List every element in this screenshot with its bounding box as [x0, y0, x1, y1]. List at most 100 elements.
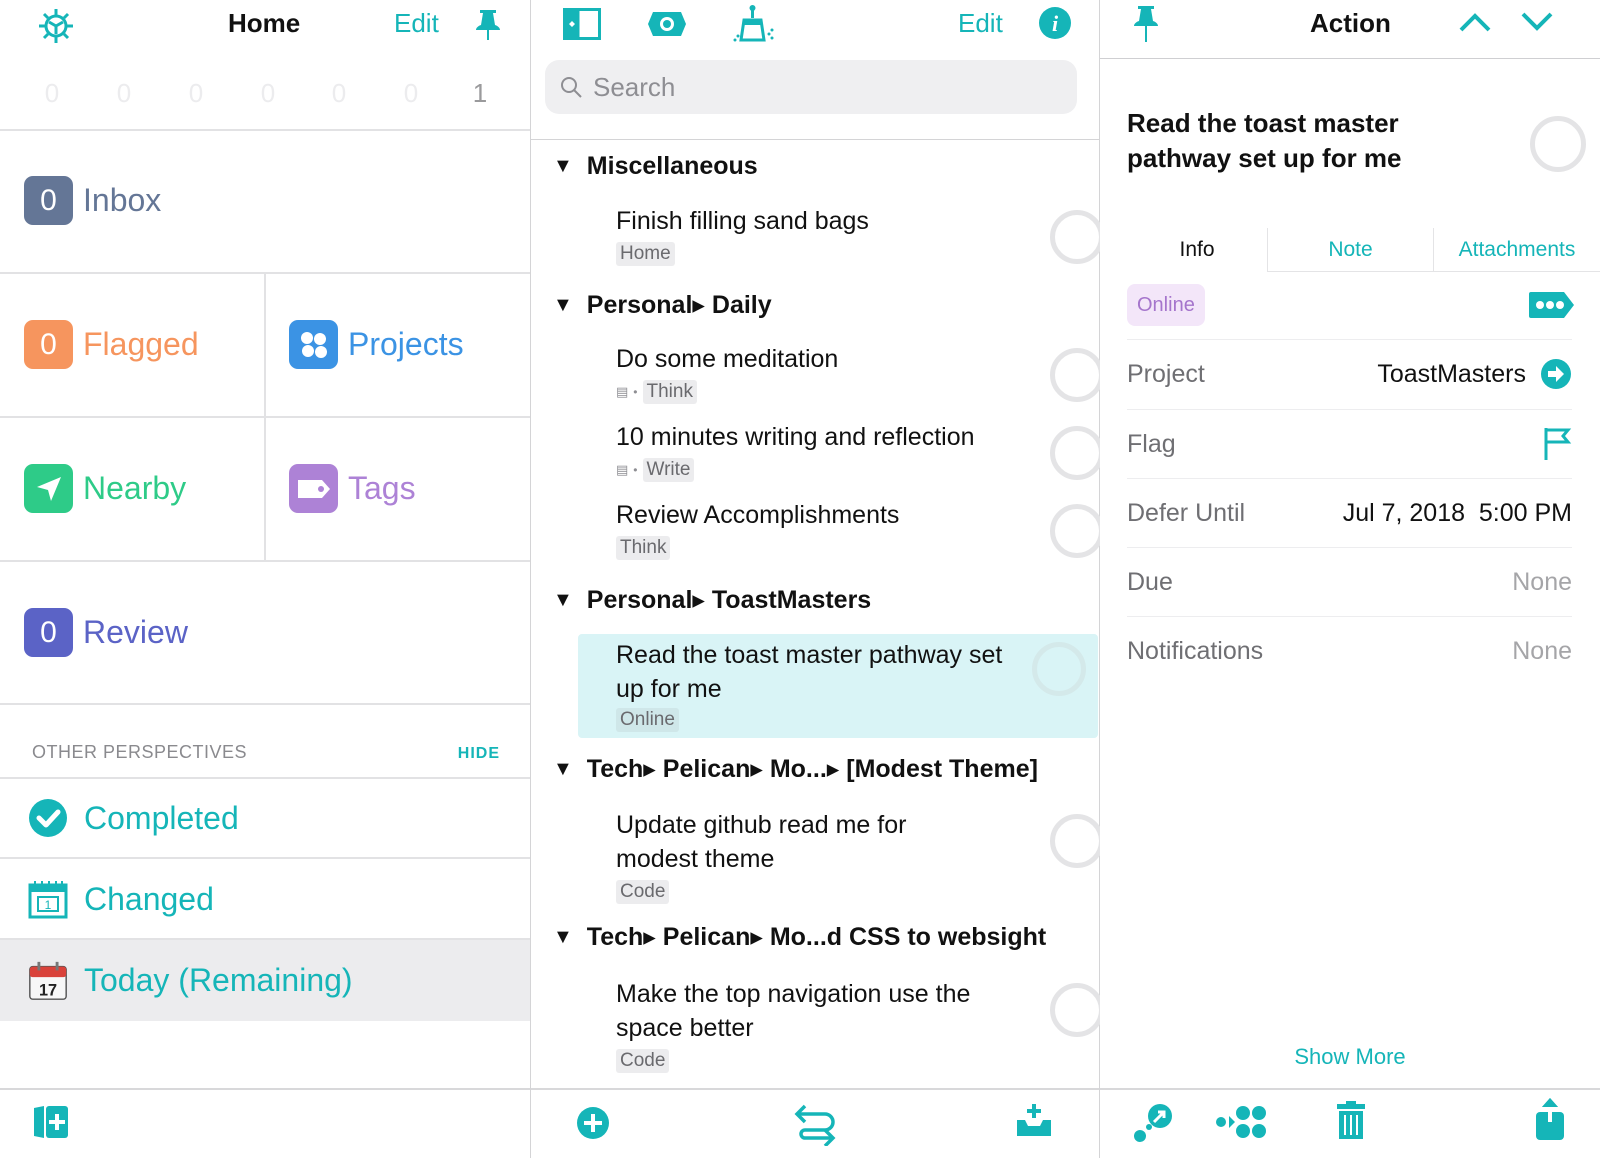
group-header[interactable]: ▼ Personal▸ ToastMasters [553, 585, 871, 615]
add-action-button[interactable] [576, 1106, 610, 1140]
search-field[interactable] [545, 60, 1077, 114]
field-defer-until[interactable]: Defer Until Jul 7, 2018 5:00 PM [1127, 479, 1572, 547]
group-title: Miscellaneous [586, 152, 758, 180]
disclosure-triangle-icon: ▼ [553, 293, 573, 316]
complete-checkbox[interactable] [1050, 983, 1104, 1037]
search-icon [561, 77, 582, 98]
perspective-today-remaining[interactable]: 17 Today (Remaining) [0, 940, 530, 1021]
complete-checkbox[interactable] [1050, 348, 1104, 402]
forecast-count[interactable]: 1 [465, 78, 495, 109]
task-tag: Code [616, 880, 670, 904]
tab-note[interactable]: Note [1267, 228, 1433, 272]
group-header[interactable]: ▼ Tech▸ Pelican▸ Mo...d CSS to websight [553, 922, 1046, 952]
edit-button[interactable]: Edit [958, 8, 1003, 39]
task-row-selected[interactable]: Read the toast master pathway set up for… [578, 634, 1098, 738]
forecast-count[interactable]: 0 [181, 78, 211, 109]
perspective-completed[interactable]: Completed [0, 778, 530, 858]
field-notifications[interactable]: Notifications None [1127, 617, 1572, 685]
complete-checkbox[interactable] [1530, 116, 1586, 172]
search-input[interactable] [593, 71, 1053, 103]
task-row[interactable]: Update github read me for modest theme C… [578, 808, 1104, 912]
task-title: Finish filling sand bags [616, 207, 869, 235]
action-inspector: Action Read the toast master pathway set… [1100, 0, 1600, 1158]
pin-button[interactable] [472, 8, 504, 47]
complete-checkbox[interactable] [1050, 814, 1104, 868]
view-options-button[interactable] [647, 10, 687, 43]
focus-button[interactable] [1132, 1102, 1174, 1144]
note-icon: ▤ [616, 384, 629, 399]
group-header[interactable]: ▼ Tech▸ Pelican▸ Mo...▸ [Modest Theme] [553, 754, 1038, 784]
perspective-inbox[interactable]: 0 Inbox [24, 176, 161, 225]
complete-checkbox[interactable] [1050, 426, 1104, 480]
task-row[interactable]: Finish filling sand bags Home [578, 204, 1104, 274]
perspective-nearby[interactable]: Nearby [24, 464, 186, 513]
delete-button[interactable] [1336, 1100, 1366, 1140]
action-title[interactable]: Read the toast master pathway set up for… [1127, 106, 1467, 176]
task-title: 10 minutes writing and reflection [616, 423, 975, 451]
move-button[interactable] [1215, 1104, 1269, 1140]
task-title: Read the toast master pathway set up for… [616, 641, 1003, 703]
next-action-button[interactable] [1520, 10, 1554, 39]
inbox-label: Inbox [83, 182, 162, 218]
disclosure-triangle-icon: ▼ [553, 155, 573, 177]
field-project[interactable]: Project ToastMasters [1127, 340, 1572, 408]
forecast-count[interactable]: 0 [37, 78, 67, 109]
task-row[interactable]: Make the top navigation use the space be… [578, 977, 1104, 1081]
tab-attachments[interactable]: Attachments [1433, 228, 1600, 272]
task-tag: Online [616, 708, 679, 732]
hide-button[interactable]: HIDE [458, 745, 500, 763]
arrow-circle-right-icon[interactable] [1540, 358, 1572, 390]
group-header[interactable]: ▼ Miscellaneous [553, 152, 758, 181]
task-tag: Write [642, 458, 695, 482]
field-due[interactable]: Due None [1127, 548, 1572, 616]
sync-button[interactable] [791, 1100, 837, 1146]
task-row[interactable]: 10 minutes writing and reflection ▤ • Writ… [578, 420, 1104, 490]
quick-entry-icon [1017, 1104, 1051, 1136]
svg-text:i: i [1052, 11, 1059, 36]
project-value: ToastMasters [1377, 359, 1526, 388]
edit-tags-button[interactable] [1528, 290, 1576, 325]
sync-arrows-icon [794, 1104, 836, 1146]
add-perspective-button[interactable] [30, 1104, 70, 1140]
perspective-changed[interactable]: 1 Changed [0, 859, 530, 939]
pin-button[interactable] [1130, 4, 1162, 49]
location-arrow-icon [24, 464, 73, 513]
middle-bottom-toolbar [531, 1088, 1099, 1158]
tag-chip[interactable]: Online [1127, 284, 1205, 326]
perspective-review[interactable]: 0 Review [24, 608, 188, 657]
flag-icon[interactable] [1542, 426, 1572, 462]
forecast-count[interactable]: 0 [396, 78, 426, 109]
perspective-projects[interactable]: Projects [289, 320, 464, 369]
field-flag[interactable]: Flag [1127, 410, 1572, 478]
complete-checkbox[interactable] [1050, 504, 1104, 558]
disclosure-triangle-icon: ▼ [553, 757, 573, 780]
trash-icon [1337, 1101, 1365, 1139]
divider [0, 416, 530, 418]
cleanup-button[interactable] [731, 4, 777, 49]
right-bottom-toolbar [1100, 1088, 1600, 1158]
previous-action-button[interactable] [1458, 10, 1492, 39]
share-button[interactable] [1534, 1096, 1566, 1142]
edit-button[interactable]: Edit [394, 8, 439, 39]
tab-info[interactable]: Info [1127, 228, 1267, 272]
quick-entry-button[interactable] [1015, 1102, 1053, 1140]
forecast-count[interactable]: 0 [324, 78, 354, 109]
field-label: Due [1127, 567, 1173, 596]
checkmark-circle-icon [26, 796, 70, 840]
divider [531, 139, 1099, 140]
task-row[interactable]: Review Accomplishments Think [578, 498, 1104, 568]
sidebar-toggle-button[interactable] [563, 8, 601, 45]
complete-checkbox[interactable] [1050, 210, 1104, 264]
complete-checkbox[interactable] [1032, 642, 1086, 696]
svg-text:1: 1 [45, 898, 52, 912]
group-header[interactable]: ▼ Personal▸ Daily [553, 290, 772, 320]
forecast-count[interactable]: 0 [109, 78, 139, 109]
defer-value: Jul 7, 2018 5:00 PM [1342, 498, 1572, 527]
info-button[interactable]: i [1038, 6, 1072, 45]
forecast-count[interactable]: 0 [253, 78, 283, 109]
perspective-tags[interactable]: Tags [289, 464, 416, 513]
perspective-flagged[interactable]: 0 Flagged [24, 320, 199, 369]
show-more-button[interactable]: Show More [1100, 1044, 1600, 1070]
settings-button[interactable] [36, 6, 76, 51]
task-row[interactable]: Do some meditation ▤ • Think [578, 342, 1104, 412]
